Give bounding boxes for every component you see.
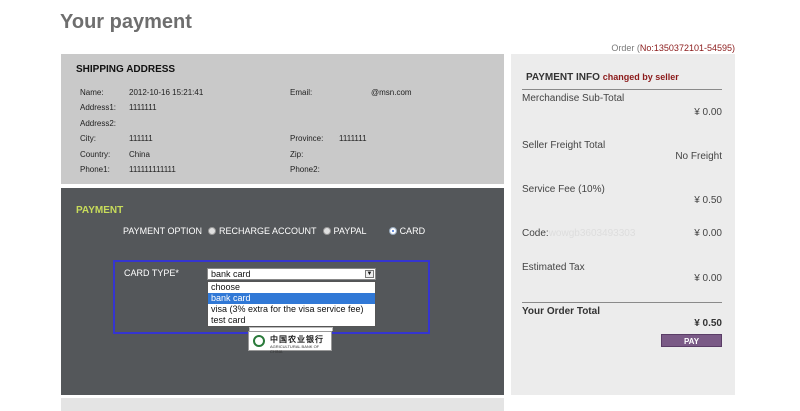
name-value: 2012-10-16 15:21:41 [129, 88, 204, 97]
bank-name-en: AGRICULTURAL BANK OF CHINA [270, 344, 320, 354]
subtotal-label: Merchandise Sub-Total [522, 93, 625, 104]
shipping-province-row: Province: 1111111 [290, 134, 367, 143]
zip-label: Zip: [290, 150, 304, 159]
card-type-option-bank-card[interactable]: bank card [208, 293, 375, 304]
option-recharge-account-label[interactable]: RECHARGE ACCOUNT [219, 226, 317, 236]
name-label: Name: [80, 88, 104, 97]
shipping-country-row: Country: China [80, 150, 150, 159]
bottom-panel-edge [61, 398, 504, 411]
payment-options: PAYMENT OPTION RECHARGE ACCOUNT PAYPAL C… [123, 226, 427, 236]
shipping-email-label: Email: [290, 88, 313, 97]
option-paypal-label[interactable]: PAYPAL [334, 226, 367, 236]
divider [522, 302, 722, 303]
card-type-selected-value: bank card [211, 269, 251, 279]
payment-panel: PAYMENT PAYMENT OPTION RECHARGE ACCOUNT … [61, 188, 504, 395]
shipping-phone1-row: Phone1: 111111111111 [80, 165, 176, 174]
order-number: No:1350372101-54595) [639, 43, 735, 53]
card-type-option-visa[interactable]: visa (3% extra for the visa service fee) [208, 304, 375, 315]
shipping-name-row: Name: 2012-10-16 15:21:41 [80, 88, 203, 97]
country-label: Country: [80, 150, 111, 159]
shipping-zip-row: Zip: [290, 150, 339, 159]
card-type-label: CARD TYPE* [124, 268, 179, 278]
payment-page: Your payment Order (No:1350372101-54595)… [0, 0, 800, 411]
code-value: wowgb3603493303 [548, 228, 636, 239]
payment-info-title: PAYMENT INFO [526, 72, 600, 83]
shipping-address1-row: Address1: 1111111 [80, 103, 157, 112]
tax-label: Estimated Tax [522, 262, 585, 273]
tax-value: ¥ 0.00 [694, 273, 722, 284]
address1-value: 1111111 [129, 103, 157, 112]
city-value: 111111 [129, 134, 153, 143]
option-card-label[interactable]: CARD [400, 226, 426, 236]
shipping-heading: SHIPPING ADDRESS [76, 64, 176, 75]
shipping-address-panel: SHIPPING ADDRESS Name: 2012-10-16 15:21:4… [61, 54, 504, 184]
payment-info-panel: PAYMENT INFO changed by seller Merchandi… [511, 54, 735, 395]
card-type-option-choose[interactable]: choose [208, 282, 375, 293]
code-row: Code:wowgb3603493303 [522, 228, 635, 239]
order-total-label: Your Order Total [522, 306, 600, 317]
shipping-address2-row: Address2: [80, 119, 129, 128]
radio-recharge-account[interactable] [208, 227, 217, 235]
subtotal-value: ¥ 0.00 [694, 107, 722, 118]
radio-card[interactable] [388, 227, 397, 235]
page-title: Your payment [60, 11, 192, 33]
phone1-label: Phone1: [80, 165, 110, 174]
order-prefix: Order ( [611, 43, 640, 53]
country-value: China [129, 150, 150, 159]
service-fee-label: Service Fee (10%) [522, 184, 605, 195]
divider [522, 89, 722, 90]
dropdown-arrow-icon[interactable]: ▼ [365, 270, 374, 278]
order-total-value: ¥ 0.50 [694, 318, 722, 329]
payment-option-label: PAYMENT OPTION [123, 226, 203, 236]
card-type-section: CARD TYPE* bank card ▼ choose bank card … [113, 260, 430, 334]
card-type-dropdown-list: choose bank card visa (3% extra for the … [207, 281, 376, 327]
freight-label: Seller Freight Total [522, 140, 606, 151]
freight-value: No Freight [675, 151, 722, 162]
payment-heading: PAYMENT [76, 205, 124, 216]
payment-info-heading: PAYMENT INFO changed by seller [526, 72, 679, 83]
changed-by-seller-note: changed by seller [602, 72, 679, 82]
phone1-value: 111111111111 [129, 165, 176, 174]
code-label: Code: [522, 228, 549, 239]
address1-label: Address1: [80, 103, 117, 112]
service-fee-value: ¥ 0.50 [694, 195, 722, 206]
order-reference: Order (No:1350372101-54595) [611, 43, 735, 53]
province-value: 1111111 [339, 134, 367, 143]
shipping-email-value: @msn.com [371, 88, 412, 97]
code-amount: ¥ 0.00 [694, 228, 722, 239]
shipping-city-row: City: 111111 [80, 134, 153, 143]
card-type-option-test-card[interactable]: test card [208, 315, 375, 326]
pay-button[interactable]: PAY [661, 334, 722, 347]
card-type-select[interactable]: bank card ▼ [207, 268, 376, 280]
address2-label: Address2: [80, 119, 117, 128]
city-label: City: [80, 134, 96, 143]
agricultural-bank-logo[interactable]: 中国农业银行 AGRICULTURAL BANK OF CHINA [248, 327, 333, 354]
bank-logo-strip [249, 327, 333, 331]
phone2-label: Phone2: [290, 165, 320, 174]
province-label: Province: [290, 134, 324, 143]
radio-paypal[interactable] [322, 227, 331, 235]
bank-seal-icon [253, 335, 265, 347]
shipping-phone2-row: Phone2: [290, 165, 339, 174]
